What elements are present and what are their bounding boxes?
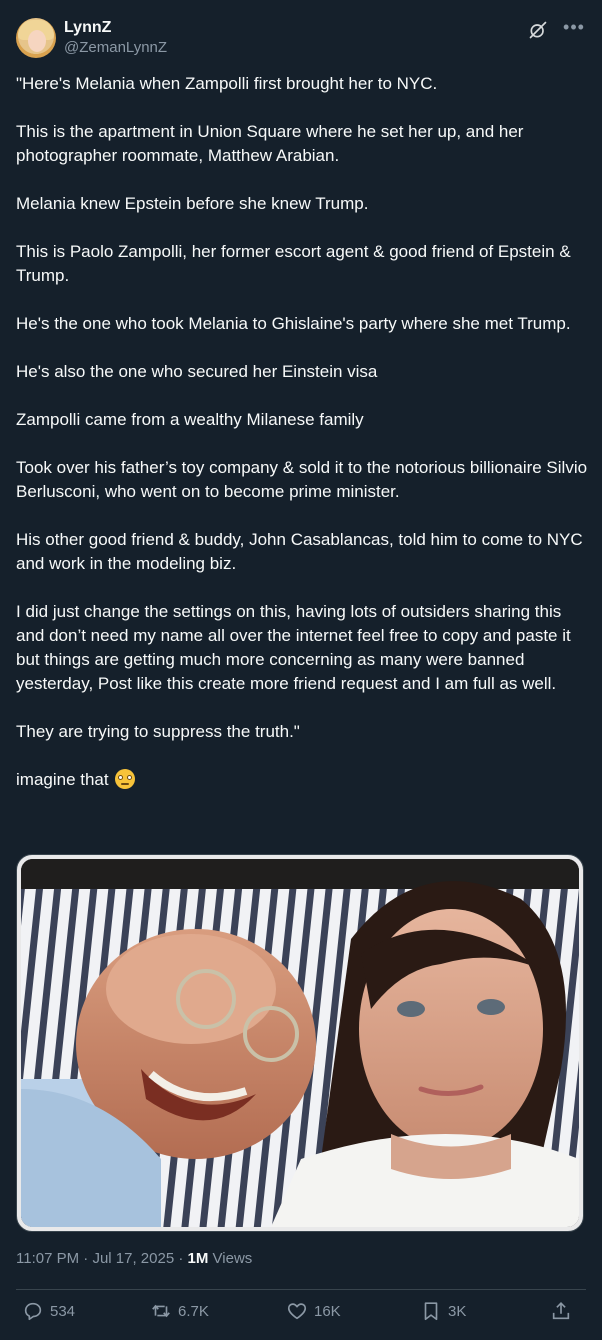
repost-button[interactable]: 6.7K [150, 1296, 209, 1326]
bookmark-count: 3K [448, 1302, 467, 1320]
tweet-time[interactable]: 11:07 PM [16, 1250, 79, 1267]
reply-icon [24, 1302, 42, 1321]
tweet-paragraph: They are trying to suppress the truth." [16, 722, 300, 741]
tweet-meta: 11:07 PM · Jul 17, 2025 · 1M Views [16, 1248, 252, 1270]
tweet-paragraph: He's also the one who secured her Einste… [16, 362, 378, 381]
tweet-paragraph: Melania knew Epstein before she knew Tru… [16, 194, 369, 213]
handle[interactable]: @ZemanLynnZ [64, 38, 167, 58]
tweet-paragraph: His other good friend & buddy, John Casa… [16, 530, 583, 573]
display-name[interactable]: LynnZ [64, 18, 167, 38]
tweet-paragraph: He's the one who took Melania to Ghislai… [16, 314, 571, 333]
tweet-paragraph: "Here's Melania when Zampolli first brou… [16, 74, 438, 93]
tweet-paragraph: This is the apartment in Union Square wh… [16, 122, 524, 165]
repost-count: 6.7K [178, 1302, 209, 1320]
views-label: Views [212, 1250, 253, 1267]
action-bar: 534 6.7K 16K 3K [16, 1296, 586, 1326]
bookmark-icon [424, 1302, 438, 1321]
grok-icon[interactable] [528, 20, 548, 40]
like-button[interactable]: 16K [286, 1296, 341, 1326]
tweet-paragraph-last: imagine that [16, 768, 588, 792]
author-names: LynnZ @ZemanLynnZ [64, 18, 167, 58]
tweet-paragraph: I did just change the settings on this, … [16, 602, 571, 693]
heart-icon [287, 1303, 307, 1320]
tweet-photo[interactable] [16, 854, 584, 1232]
tweet: LynnZ @ZemanLynnZ ••• "Here's Melania wh… [0, 0, 602, 1340]
meta-separator: · [178, 1250, 188, 1267]
photo-image [21, 859, 579, 1227]
share-button[interactable] [550, 1296, 578, 1326]
more-icon[interactable]: ••• [562, 18, 586, 40]
views-count: 1M [187, 1250, 209, 1267]
tweet-date[interactable]: Jul 17, 2025 [92, 1250, 174, 1267]
reply-button[interactable]: 534 [22, 1296, 75, 1326]
repost-icon [152, 1304, 170, 1318]
tweet-paragraph: Took over his father’s toy company & sol… [16, 458, 588, 501]
divider [16, 1289, 586, 1290]
reply-count: 534 [50, 1302, 76, 1320]
tweet-paragraph-text: imagine that [16, 770, 109, 789]
share-icon [552, 1302, 570, 1320]
like-count: 16K [314, 1302, 341, 1320]
face-with-rolling-eyes-icon [115, 769, 136, 789]
tweet-paragraph: This is Paolo Zampolli, her former escor… [16, 242, 571, 285]
avatar[interactable] [16, 18, 56, 58]
tweet-header: LynnZ @ZemanLynnZ ••• [16, 16, 586, 60]
bookmark-button[interactable]: 3K [420, 1296, 466, 1326]
tweet-paragraph: Zampolli came from a wealthy Milanese fa… [16, 410, 364, 429]
tweet-text: "Here's Melania when Zampolli first brou… [16, 72, 588, 792]
